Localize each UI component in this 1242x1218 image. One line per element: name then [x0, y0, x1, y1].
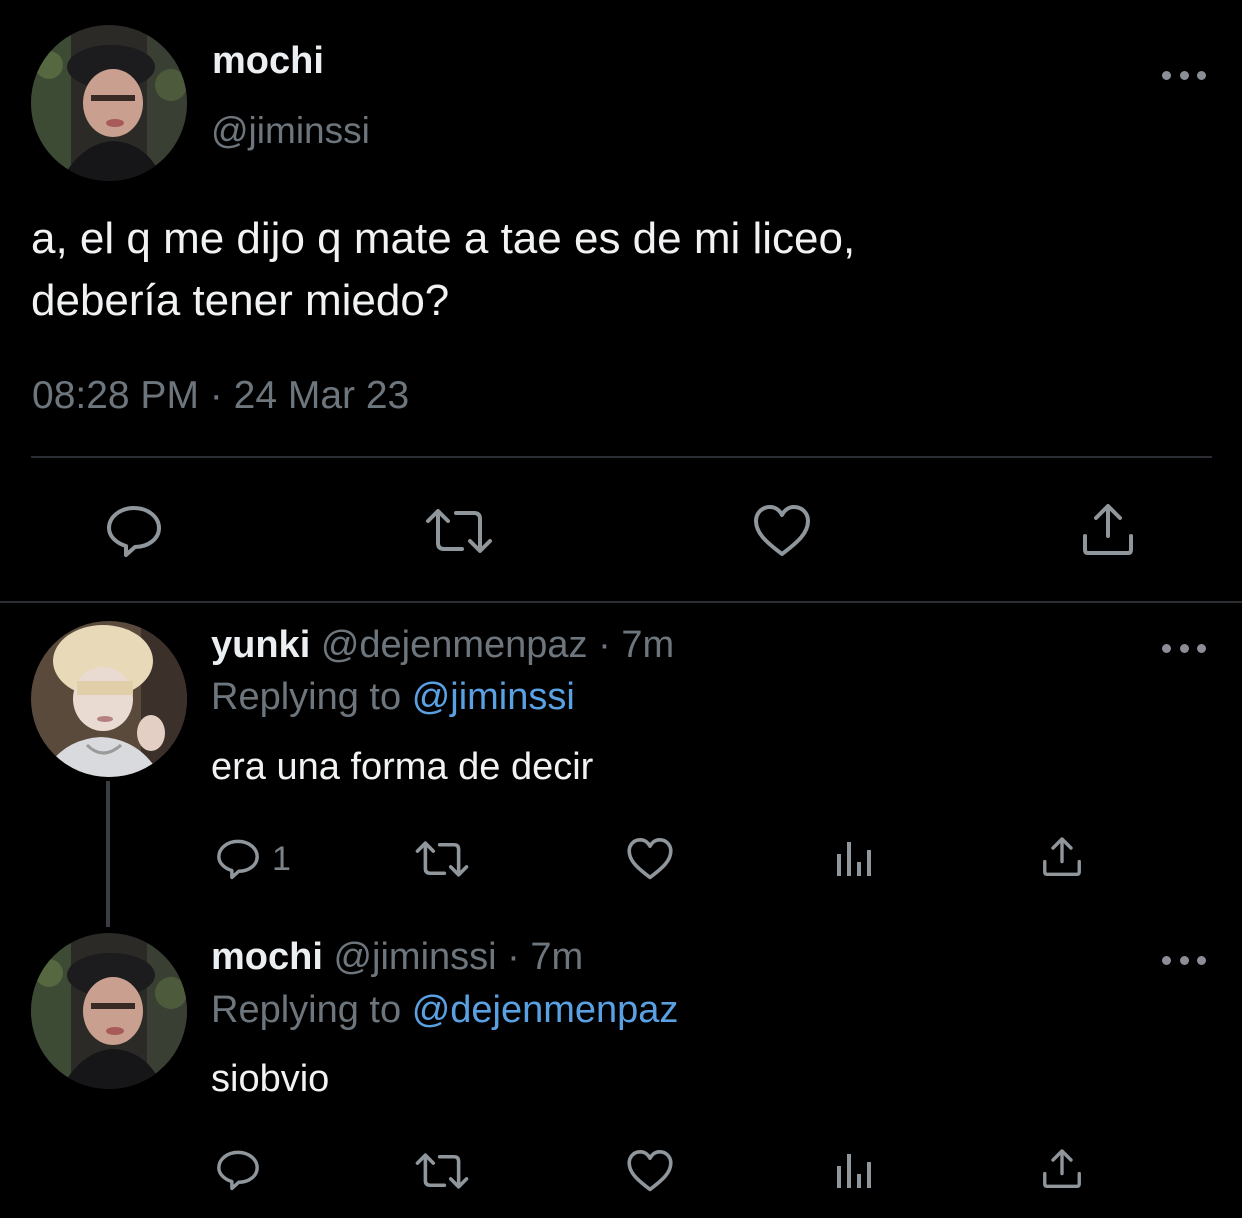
reply1-display-name[interactable]: yunki: [211, 624, 310, 666]
retweet-icon[interactable]: [424, 507, 494, 555]
reply1-replying-to: Replying to @jiminssi: [211, 676, 575, 719]
more-options-icon[interactable]: [1162, 638, 1206, 658]
share-icon[interactable]: [1041, 836, 1083, 878]
reply2-text: siobvio: [211, 1058, 330, 1100]
reply2-separator: ·: [507, 936, 520, 978]
share-icon[interactable]: [1041, 1148, 1083, 1190]
reply-icon[interactable]: [215, 837, 261, 881]
reply1-text: era una forma de decir: [211, 746, 594, 788]
reply1-age: 7m: [621, 624, 675, 666]
analytics-icon[interactable]: [836, 840, 878, 878]
main-handle[interactable]: @jiminssi: [211, 110, 370, 152]
replying-to-label: Replying to: [211, 989, 402, 1031]
reply1-handle[interactable]: @dejenmenpaz: [321, 624, 588, 666]
retweet-icon[interactable]: [414, 1152, 470, 1190]
like-icon[interactable]: [626, 837, 674, 881]
share-icon[interactable]: [1080, 502, 1136, 558]
replying-to-link[interactable]: @dejenmenpaz: [412, 989, 679, 1031]
reply1-header: yunki @dejenmenpaz · 7m: [211, 624, 674, 667]
divider: [31, 456, 1212, 458]
timestamp-separator: ·: [209, 374, 223, 417]
reply-count: 1: [272, 840, 291, 878]
main-date: 24 Mar 23: [233, 374, 410, 417]
main-tweet-text-line1: a, el q me dijo q mate a tae es de mi li…: [31, 214, 856, 263]
avatar-main-author[interactable]: [31, 25, 187, 181]
like-icon[interactable]: [752, 504, 812, 558]
main-timestamp: 08:28 PM · 24 Mar 23: [32, 374, 409, 418]
like-icon[interactable]: [626, 1149, 674, 1193]
analytics-icon[interactable]: [836, 1152, 878, 1190]
reply2-header: mochi @jiminssi · 7m: [211, 936, 583, 979]
reply2-age: 7m: [530, 936, 584, 978]
thread-connector: [106, 781, 110, 927]
more-options-icon[interactable]: [1162, 65, 1206, 85]
reply1-separator: ·: [598, 624, 611, 666]
avatar-reply-mochi[interactable]: [31, 933, 187, 1089]
main-tweet-text-line2: debería tener miedo?: [31, 276, 450, 325]
retweet-icon[interactable]: [414, 840, 470, 878]
replying-to-link[interactable]: @jiminssi: [412, 676, 575, 718]
avatar-reply-yunki[interactable]: [31, 621, 187, 777]
reply2-handle[interactable]: @jiminssi: [333, 936, 496, 978]
main-display-name[interactable]: mochi: [212, 40, 324, 83]
section-divider: [0, 601, 1242, 603]
main-time: 08:28 PM: [32, 374, 199, 417]
replying-to-label: Replying to: [211, 676, 402, 718]
more-options-icon[interactable]: [1162, 950, 1206, 970]
reply2-display-name[interactable]: mochi: [211, 936, 323, 978]
reply2-replying-to: Replying to @dejenmenpaz: [211, 989, 678, 1032]
reply-icon[interactable]: [215, 1148, 261, 1192]
reply-icon[interactable]: [104, 503, 164, 559]
